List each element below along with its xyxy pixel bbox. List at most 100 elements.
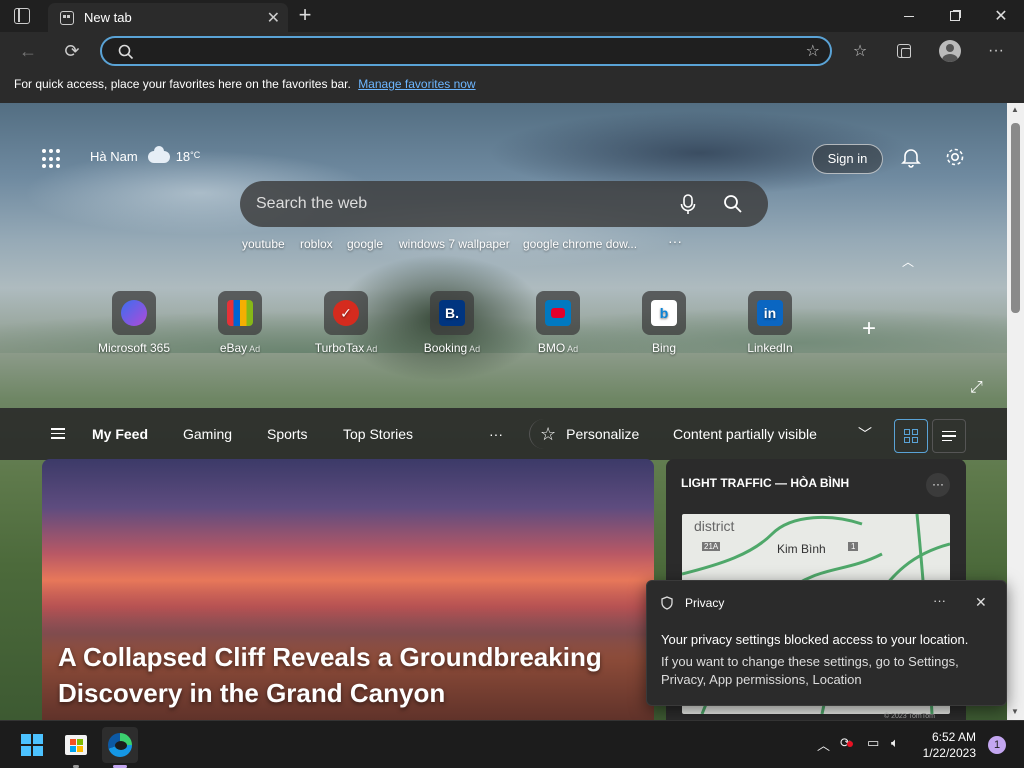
favorites-bar-hint: For quick access, place your favorites h… (14, 77, 351, 91)
notification-close-icon[interactable]: ✕ (975, 594, 987, 611)
tab-my-feed[interactable]: My Feed (92, 426, 148, 442)
avatar (939, 40, 961, 62)
tab-top-stories[interactable]: Top Stories (343, 426, 413, 442)
hero-headline[interactable]: A Collapsed Cliff Reveals a Groundbreaki… (58, 639, 638, 711)
scrollbar-thumb[interactable] (1011, 123, 1020, 313)
temperature-unit: °C (190, 149, 201, 160)
profile-button[interactable] (934, 36, 966, 66)
page-scrollbar[interactable]: ▲ ▼ (1007, 103, 1024, 720)
minimize-icon (904, 15, 914, 17)
microphone-icon[interactable] (680, 194, 696, 216)
grid-layout-button[interactable] (894, 419, 928, 453)
search-suggestion[interactable]: google (347, 237, 383, 251)
quick-link-ebay[interactable]: eBay Ad (194, 291, 286, 355)
clock-date: 1/22/2023 (922, 746, 976, 760)
close-window-button[interactable]: ✕ (978, 0, 1024, 32)
scroll-up-arrow-icon[interactable]: ▲ (1011, 105, 1019, 114)
web-search-input[interactable]: Search the web (256, 195, 367, 213)
quick-link-bing[interactable]: b Bing (618, 291, 710, 355)
map-label-district: district (694, 518, 735, 534)
notification-badge[interactable]: 1 (988, 736, 1006, 754)
ad-badge: Ad (567, 344, 579, 354)
microsoft-365-icon (121, 300, 147, 326)
notifications-bell-icon[interactable] (900, 146, 922, 173)
map-label-kim-binh: Kim Bình (777, 542, 826, 556)
privacy-notification-title: Privacy (685, 596, 725, 610)
ad-badge: Ad (469, 344, 481, 354)
tab-sports[interactable]: Sports (267, 426, 307, 442)
more-suggestions-button[interactable]: ··· (668, 233, 682, 249)
linkedin-icon: in (757, 300, 783, 326)
tab-new-tab[interactable]: New tab ✕ (48, 3, 288, 32)
quick-link-linkedin[interactable]: in LinkedIn (724, 291, 816, 355)
restore-icon (950, 11, 960, 21)
privacy-notification[interactable]: Privacy ··· ✕ Your privacy settings bloc… (646, 580, 1007, 706)
notification-more-button[interactable]: ··· (933, 593, 946, 608)
add-shortcut-button[interactable]: + (862, 315, 876, 343)
restore-button[interactable] (932, 0, 978, 32)
start-button[interactable] (14, 727, 50, 763)
shield-icon (661, 596, 673, 610)
clock-time: 6:52 AM (931, 730, 976, 744)
booking-icon: B. (439, 300, 465, 326)
edge-taskbar-button[interactable] (102, 727, 138, 768)
location-label: Hà Nam (90, 149, 138, 164)
volume-icon[interactable]: 🔈︎ (891, 735, 899, 751)
quick-link-bmo[interactable]: BMO Ad (512, 291, 604, 355)
show-hidden-icons-chevron-icon[interactable]: ︿ (817, 735, 830, 754)
weather-widget[interactable]: Hà Nam 18 °C (90, 145, 201, 164)
collapse-chevron-icon[interactable]: ︿ (902, 253, 914, 270)
windows-logo-icon (21, 734, 43, 756)
privacy-notification-message: Your privacy settings blocked access to … (661, 632, 969, 647)
add-favorite-icon[interactable]: ☆ (806, 41, 820, 61)
new-tab-button[interactable]: + (292, 3, 318, 29)
scroll-down-arrow-icon[interactable]: ▼ (1011, 707, 1019, 716)
search-suggestion[interactable]: windows 7 wallpaper (399, 237, 510, 251)
clock[interactable]: 6:52 AM 1/22/2023 (920, 729, 976, 761)
quick-link-microsoft-365[interactable]: Microsoft 365 (88, 291, 180, 355)
network-icon[interactable]: ▭ (867, 735, 879, 751)
expand-background-icon[interactable]: ⤢ (970, 379, 983, 397)
search-suggestion[interactable]: google chrome dow... (523, 237, 637, 251)
content-visibility-dropdown[interactable]: Content partially visible (673, 426, 817, 442)
list-layout-button[interactable] (932, 419, 966, 453)
quick-link-turbotax[interactable]: ✓ TurboTax Ad (300, 291, 392, 355)
map-route-marker: 1 (848, 542, 859, 551)
address-bar[interactable]: ☆ (100, 36, 832, 66)
back-button[interactable]: ← (12, 36, 44, 66)
quick-link-booking[interactable]: B. Booking Ad (406, 291, 498, 355)
tab-gaming[interactable]: Gaming (183, 426, 232, 442)
update-icon[interactable]: ⟳ (840, 735, 853, 751)
personalize-label: Personalize (566, 426, 640, 442)
microsoft-store-button[interactable] (58, 727, 94, 768)
sign-in-button[interactable]: Sign in (812, 144, 883, 174)
refresh-button[interactable]: ⟳ (56, 36, 88, 66)
privacy-notification-detail: If you want to change these settings, go… (661, 654, 959, 687)
collections-button[interactable] (888, 36, 920, 66)
personalize-button[interactable]: ☆ Personalize (529, 419, 649, 449)
search-suggestion[interactable]: roblox (300, 237, 333, 251)
tile-label: Booking (423, 341, 468, 355)
ad-badge: Ad (366, 344, 378, 354)
minimize-button[interactable] (886, 0, 932, 32)
manage-favorites-link[interactable]: Manage favorites now (358, 77, 475, 91)
web-search-box[interactable]: Search the web (240, 181, 768, 227)
ebay-icon (227, 300, 253, 326)
hero-news-card[interactable]: A Collapsed Cliff Reveals a Groundbreaki… (42, 459, 654, 720)
search-suggestion[interactable]: youtube (242, 237, 285, 251)
settings-and-more-button[interactable]: ··· (980, 36, 1012, 66)
cloud-icon (147, 145, 170, 163)
traffic-card-more-button[interactable]: ··· (926, 473, 950, 497)
favorites-button[interactable]: ☆ (844, 36, 876, 66)
app-launcher-button[interactable] (42, 149, 62, 169)
chevron-down-icon[interactable]: ﹀ (858, 424, 872, 444)
tab-actions-icon[interactable] (14, 8, 30, 24)
more-tabs-button[interactable]: ··· (489, 426, 503, 442)
page-settings-gear-icon[interactable] (944, 146, 966, 173)
bing-icon: b (651, 300, 677, 326)
store-icon (65, 735, 87, 755)
close-tab-icon[interactable]: ✕ (267, 8, 280, 28)
map-route-marker: 21A (702, 542, 721, 551)
feed-menu-icon[interactable] (51, 428, 65, 439)
search-submit-icon[interactable] (723, 194, 743, 214)
